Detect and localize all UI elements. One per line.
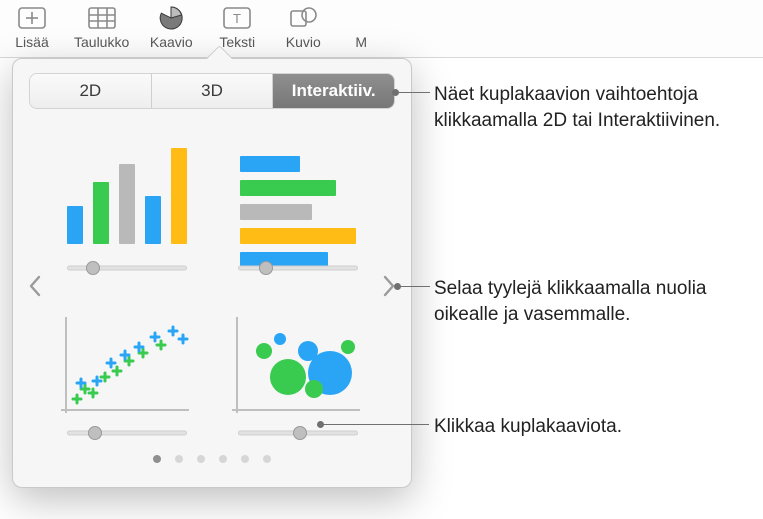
chart-grid [29, 131, 395, 441]
toolbar-label: Kuvio [286, 34, 321, 50]
chart-icon [155, 4, 187, 32]
style-slider[interactable] [238, 260, 358, 276]
toolbar-insert[interactable]: Lisää [8, 4, 56, 50]
tab-interactive[interactable]: Interaktiiv. [273, 74, 394, 108]
shape-icon [287, 4, 319, 32]
toolbar-label: Taulukko [74, 34, 129, 50]
toolbar-table[interactable]: Taulukko [74, 4, 129, 50]
toolbar-chart[interactable]: Kaavio [147, 4, 195, 50]
toolbar: Lisää Taulukko Kaavio T Teksti [0, 0, 763, 58]
callout-bottom: Klikkaa kuplakaaviota. [434, 414, 754, 440]
text-icon: T [221, 4, 253, 32]
toolbar-text[interactable]: T Teksti [213, 4, 261, 50]
chart-style-column[interactable] [53, 131, 200, 276]
carousel-prev[interactable] [23, 266, 47, 306]
style-slider[interactable] [67, 260, 187, 276]
callout-text: Selaa tyylejä klikkaamalla nuolia oikeal… [434, 278, 706, 325]
chart-type-segmented: 2D 3D Interaktiiv. [29, 73, 395, 109]
bar-chart-thumb [230, 146, 366, 250]
chart-style-carousel [29, 131, 395, 441]
callout-mid: Selaa tyylejä klikkaamalla nuolia oikeal… [434, 276, 754, 327]
callout-text: Klikkaa kuplakaaviota. [434, 416, 622, 437]
tab-2d[interactable]: 2D [30, 74, 152, 108]
table-icon [86, 4, 118, 32]
toolbar-label: Kaavio [150, 34, 193, 50]
insert-icon [16, 4, 48, 32]
tab-3d[interactable]: 3D [152, 74, 274, 108]
column-chart-thumb [59, 146, 195, 250]
style-slider[interactable] [67, 425, 187, 441]
scatter-chart-thumb [59, 311, 195, 415]
page-dot[interactable] [175, 455, 183, 463]
pager-dots[interactable] [29, 455, 395, 463]
chart-style-scatter[interactable] [53, 296, 200, 441]
chart-style-bar[interactable] [224, 131, 371, 276]
bubble-chart-thumb [230, 311, 366, 415]
svg-text:T: T [233, 11, 241, 26]
callout-top: Näet kuplakaavion vaihtoehtoja klikkaama… [434, 82, 754, 133]
chart-style-bubble[interactable] [224, 296, 371, 441]
style-slider[interactable] [238, 425, 358, 441]
page-dot[interactable] [263, 455, 271, 463]
page-dot[interactable] [219, 455, 227, 463]
toolbar-shape[interactable]: Kuvio [279, 4, 327, 50]
page-dot[interactable] [197, 455, 205, 463]
page-dot[interactable] [241, 455, 249, 463]
toolbar-label: M [355, 34, 367, 50]
callout-text: Näet kuplakaavion vaihtoehtoja klikkaama… [434, 84, 720, 131]
toolbar-label: Lisää [15, 34, 48, 50]
toolbar-label: Teksti [219, 34, 255, 50]
page-dot[interactable] [153, 455, 161, 463]
more-icon [345, 4, 377, 32]
toolbar-more[interactable]: M [345, 4, 377, 50]
